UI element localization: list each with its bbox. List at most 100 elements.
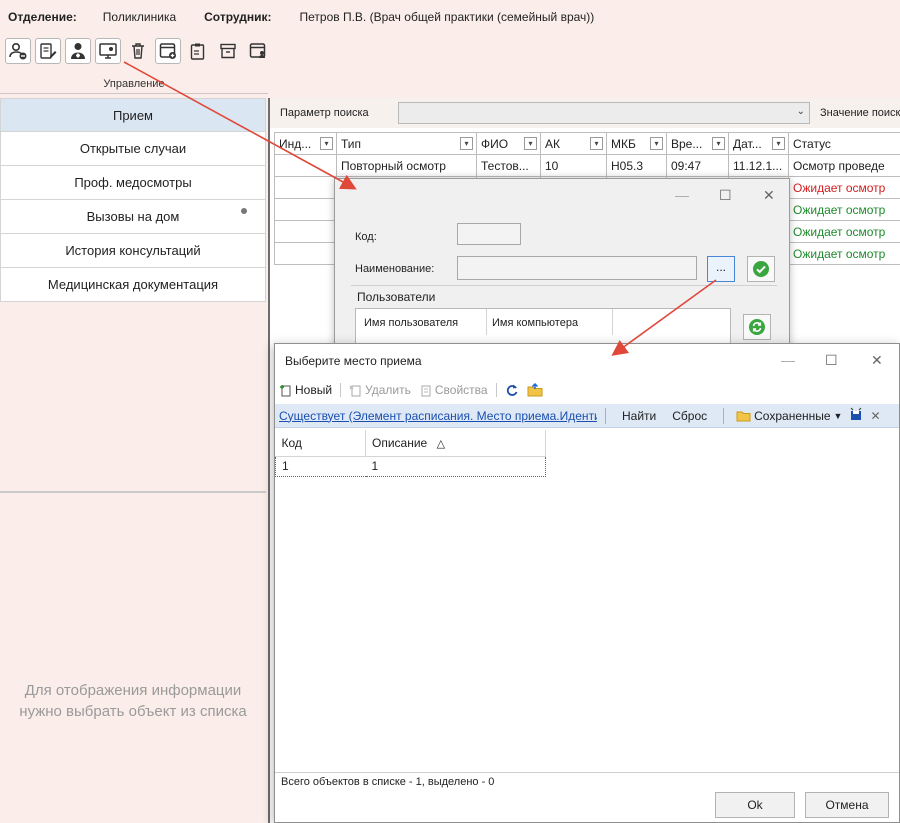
maximize-icon[interactable]: ☐	[719, 187, 732, 204]
filter-dropdown-icon[interactable]: ▾	[772, 137, 785, 150]
properties-icon	[421, 385, 431, 397]
reset-button[interactable]: Сброс	[672, 409, 707, 423]
window-user-icon[interactable]	[245, 38, 271, 64]
table-cell: 1	[365, 455, 546, 477]
table-row[interactable]: Повторный осмотр Тестов... 10 H05.3 09:4…	[274, 154, 900, 177]
search-value-label: Значение поиск	[820, 107, 900, 119]
save-filter-icon[interactable]	[848, 407, 864, 424]
staff-label: Сотрудник:	[204, 10, 272, 24]
col-header-description[interactable]: Описание △	[365, 430, 546, 457]
maximize-icon[interactable]: ☐	[825, 352, 838, 369]
col-header[interactable]: Тип ▾	[336, 132, 477, 155]
filter-dropdown-icon[interactable]: ▾	[460, 137, 473, 150]
delete-document-icon	[349, 385, 361, 397]
users-group-title: Пользователи	[357, 290, 436, 304]
dialog-toolbar: Новый Удалить Свойства	[275, 378, 899, 402]
document-edit-icon[interactable]	[35, 38, 61, 64]
places-list: Код Описание △ 1 1	[275, 430, 899, 477]
ok-button[interactable]: Ok	[715, 792, 795, 818]
department-value: Поликлиника	[102, 10, 177, 24]
find-button[interactable]: Найти	[622, 409, 656, 423]
empty-header	[546, 430, 899, 456]
col-header-label: АК	[545, 136, 560, 151]
main-toolbar	[5, 38, 271, 64]
column-divider	[612, 309, 613, 335]
toolbar-divider	[0, 93, 268, 94]
filter-dropdown-icon[interactable]: ▾	[320, 137, 333, 150]
refresh-icon	[749, 319, 765, 335]
search-bar: Параметр поиска ⌄ Значение поиск	[270, 98, 900, 128]
saved-filters-dropdown[interactable]: Сохраненные ▼	[736, 409, 842, 423]
nav-item-med-docs[interactable]: Медицинская документация	[0, 268, 266, 302]
clipboard-add-icon[interactable]	[185, 38, 211, 64]
col-header[interactable]: МКБ ▾	[606, 132, 667, 155]
table-cell: Тестов...	[476, 154, 541, 177]
table-cell: 10	[540, 154, 607, 177]
folder-open-icon	[736, 411, 751, 421]
col-header[interactable]: ФИО ▾	[476, 132, 541, 155]
folder-up-button[interactable]	[527, 383, 543, 397]
cancel-button[interactable]: Отмена	[805, 792, 889, 818]
col-header[interactable]: Статус	[788, 132, 900, 155]
dialog-titlebar: Выберите место приема — ☐ ✕	[275, 344, 899, 378]
filter-dropdown-icon[interactable]: ▾	[524, 137, 537, 150]
col-header[interactable]: АК ▾	[540, 132, 607, 155]
filter-dropdown-icon[interactable]: ▾	[590, 137, 603, 150]
panel-splitter[interactable]	[0, 491, 266, 493]
user-remove-icon[interactable]	[5, 38, 31, 64]
new-button[interactable]: Новый	[279, 383, 332, 397]
table-cell: 09:47	[666, 154, 729, 177]
col-header-label: Дат...	[733, 136, 762, 151]
doctor-icon[interactable]	[65, 38, 91, 64]
refresh-button[interactable]	[743, 314, 771, 340]
code-field[interactable]	[457, 223, 521, 245]
department-label: Отделение:	[8, 10, 77, 24]
confirm-button[interactable]	[747, 256, 775, 282]
table-cell: 1	[275, 455, 366, 477]
col-header[interactable]: Вре... ▾	[666, 132, 729, 155]
search-param-select[interactable]: ⌄	[398, 102, 810, 124]
nav-item-prof-exams[interactable]: Проф. медосмотры	[0, 166, 266, 200]
filter-dropdown-icon[interactable]: ▾	[650, 137, 663, 150]
folder-icon	[527, 383, 543, 397]
new-document-icon	[280, 385, 291, 397]
status-cell: Осмотр проведе	[788, 154, 900, 177]
close-icon[interactable]: ✕	[763, 187, 775, 204]
delete-button[interactable]: Удалить	[349, 383, 411, 397]
trash-icon[interactable]	[125, 38, 151, 64]
nav-item-home-calls[interactable]: Вызовы на дом	[0, 200, 266, 234]
minimize-icon[interactable]: —	[675, 187, 689, 203]
nav-item-open-cases[interactable]: Открытые случаи	[0, 132, 266, 166]
filter-dropdown-icon[interactable]: ▾	[712, 137, 725, 150]
staff-value: Петров П.В. (Врач общей практики (семейн…	[299, 10, 595, 24]
col-header-computer[interactable]: Имя компьютера	[492, 317, 578, 329]
check-circle-icon	[753, 261, 769, 277]
browse-button[interactable]: ...	[707, 256, 735, 282]
col-header[interactable]: Дат... ▾	[728, 132, 789, 155]
sort-ascending-icon: △	[436, 437, 446, 450]
toolbar-separator	[495, 383, 497, 397]
monitor-settings-icon[interactable]	[95, 38, 121, 64]
nav-item-consult-history[interactable]: История консультаций	[0, 234, 266, 268]
properties-button[interactable]: Свойства	[419, 383, 488, 397]
dropdown-arrow-icon: ▼	[833, 410, 843, 421]
archive-icon[interactable]	[215, 38, 241, 64]
list-status: Всего объектов в списке - 1, выделено - …	[275, 772, 899, 792]
filter-condition-link[interactable]: Существует (Элемент расписания. Место пр…	[279, 409, 597, 423]
col-header-user[interactable]: Имя пользователя	[364, 317, 458, 329]
window-add-icon[interactable]	[155, 38, 181, 64]
col-header[interactable]: Инд... ▾	[274, 132, 337, 155]
table-row[interactable]: 1 1	[275, 455, 899, 477]
table-cell	[274, 176, 337, 199]
refresh-list-button[interactable]	[505, 383, 519, 397]
close-icon[interactable]: ✕	[871, 352, 883, 369]
filter-bar: Существует (Элемент расписания. Место пр…	[275, 404, 899, 428]
col-header-label: Инд...	[279, 136, 312, 151]
table-cell: 11.12.1...	[728, 154, 789, 177]
nav-item-reception[interactable]: Прием	[0, 98, 266, 132]
minimize-icon[interactable]: —	[781, 352, 795, 368]
name-field[interactable]	[457, 256, 697, 280]
table-cell: Повторный осмотр	[336, 154, 477, 177]
col-header-code[interactable]: Код	[275, 430, 366, 457]
clear-filter-icon[interactable]: ✕	[870, 409, 880, 423]
